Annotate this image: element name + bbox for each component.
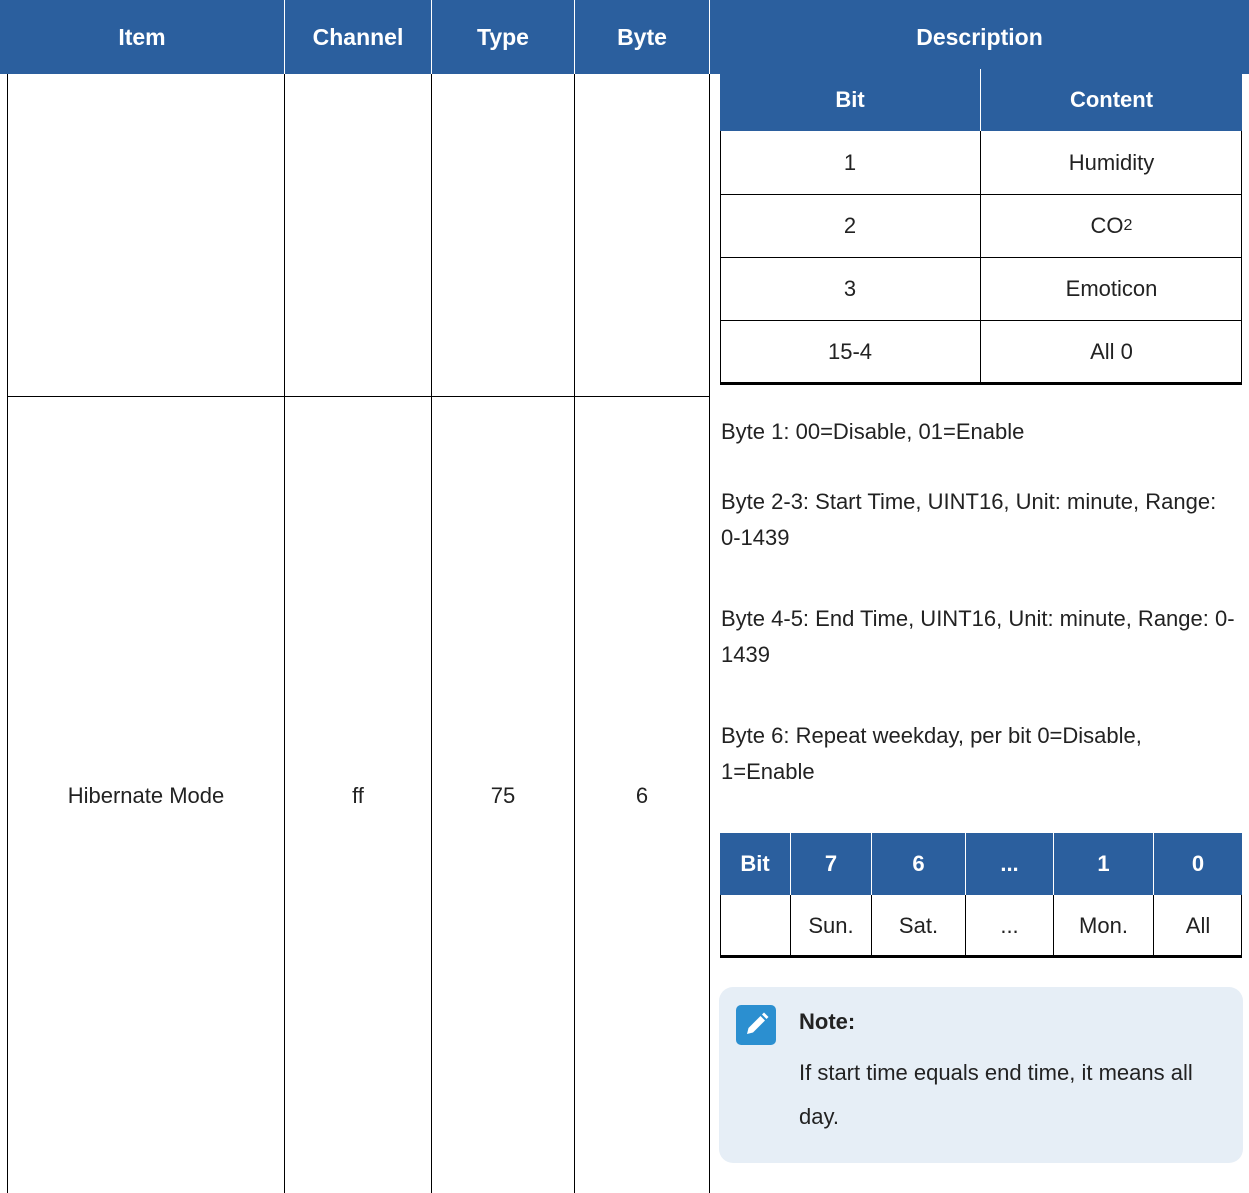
- header-item: Item: [118, 23, 166, 50]
- weekday-cell: Sun.: [808, 913, 854, 938]
- weekday-table: Bit 7 6 ... 1 0 Sun. Sat. ... Mon. All: [720, 833, 1242, 958]
- content-cell: All 0: [1090, 338, 1133, 364]
- table-row: 2 CO 2: [720, 194, 1242, 257]
- grid-line: [720, 131, 721, 385]
- description-byte6: Byte 6: Repeat weekday, per bit 0=Disabl…: [721, 723, 1142, 784]
- header-type: Type: [477, 23, 529, 50]
- grid-line: [720, 382, 1242, 385]
- header-channel: Channel: [312, 23, 404, 50]
- weekday-cell: Sat.: [898, 913, 939, 938]
- table-row: 3 Emoticon: [720, 257, 1242, 320]
- grid-line: [1241, 895, 1242, 957]
- channel-text: ff: [352, 783, 364, 808]
- description-byte4-5: Byte 4-5: End Time, UINT16, Unit: minute…: [721, 606, 1235, 667]
- note-text: If start time equals end time, it means …: [799, 1060, 1193, 1129]
- content-cell: Humidity: [1068, 149, 1155, 175]
- grid-line: [1153, 895, 1154, 957]
- grid-line: [720, 194, 1242, 195]
- header-divider: [790, 833, 791, 895]
- weekday-header-7: 7: [824, 851, 838, 876]
- table-row: 1 Humidity: [720, 131, 1242, 194]
- content-cell: Emoticon: [1065, 275, 1158, 301]
- bit-header: Bit: [835, 87, 865, 112]
- channel-cell: ff: [285, 397, 431, 1193]
- table-header: Item Channel Type Byte Description: [0, 0, 1249, 74]
- grid-line: [720, 955, 1242, 958]
- table-row: 15-4 All 0: [720, 320, 1242, 383]
- weekday-cell: [720, 895, 790, 957]
- header-divider: [1153, 833, 1154, 895]
- header-byte: Byte: [617, 23, 667, 50]
- content-text: CO: [1090, 212, 1124, 238]
- weekday-header-1: 1: [1097, 851, 1110, 876]
- header-description: Description: [916, 23, 1043, 50]
- pencil-icon: [736, 1005, 776, 1045]
- note-title: Note:: [799, 1009, 856, 1034]
- bit-cell: 15-4: [827, 338, 873, 364]
- type-cell: 75: [432, 397, 574, 1193]
- weekday-cell: All: [1185, 913, 1211, 938]
- header-divider: [871, 833, 872, 895]
- content-header: Content: [1069, 87, 1154, 112]
- header-divider: [1053, 833, 1054, 895]
- bit-cell: 1: [843, 149, 857, 175]
- grid-line: [1053, 895, 1054, 957]
- content-cell: CO 2: [981, 194, 1242, 257]
- weekday-header-ellipsis: ...: [1000, 851, 1019, 876]
- grid-line: [871, 895, 872, 957]
- grid-line: [965, 895, 966, 957]
- description-byte1: Byte 1: 00=Disable, 01=Enable: [721, 419, 1025, 444]
- item-cell: Hibernate Mode: [8, 397, 284, 1193]
- content-subscript: 2: [1123, 216, 1133, 234]
- type-text: 75: [490, 783, 516, 808]
- weekday-cell: ...: [1000, 913, 1019, 938]
- grid-line: [980, 131, 981, 385]
- description-byte2-3: Byte 2-3: Start Time, UINT16, Unit: minu…: [721, 489, 1217, 550]
- bit-cell: 2: [843, 212, 857, 238]
- weekday-header-6: 6: [912, 851, 925, 876]
- note-box: Note: If start time equals end time, it …: [719, 987, 1243, 1163]
- bit-cell: 3: [843, 275, 857, 301]
- grid-line: [720, 895, 721, 957]
- grid-line: [720, 257, 1242, 258]
- weekday-header-0: 0: [1191, 851, 1205, 876]
- byte-cell: 6: [575, 397, 709, 1193]
- weekday-header-bit: Bit: [740, 851, 770, 876]
- bit-content-table: Bit Content 1 Humidity 2 CO 2 3 Emoticon …: [720, 69, 1242, 386]
- grid-line: [790, 895, 791, 957]
- byte-text: 6: [635, 783, 649, 808]
- grid-line: [1241, 131, 1242, 385]
- grid-line: [709, 74, 710, 1193]
- bit-table-header: Bit Content: [720, 69, 1242, 131]
- header-divider: [965, 833, 966, 895]
- grid-line: [720, 320, 1242, 321]
- weekday-cell: Mon.: [1079, 913, 1128, 938]
- item-text: Hibernate Mode: [67, 783, 225, 808]
